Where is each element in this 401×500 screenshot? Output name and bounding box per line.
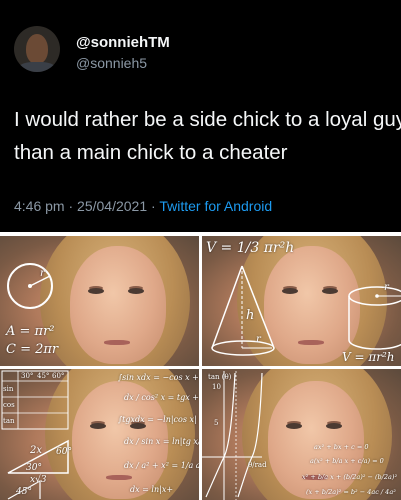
display-name[interactable]: @sonniehTM — [76, 34, 170, 51]
integral-formula: dx = ln|x+ — [130, 485, 174, 494]
avatar-shirt — [18, 62, 56, 72]
quadratic-equation: a(x² + b/a x + c/a) = 0 — [310, 457, 384, 465]
meme-panel-1: r A = πr² C = 2πr — [0, 236, 199, 366]
triangle-label: 30° — [26, 463, 42, 473]
avatar-face — [26, 34, 48, 64]
triangle-label: 45° — [16, 487, 32, 497]
cylinder-formula: V = πr²h — [342, 350, 395, 364]
graph-label: tan (θ) — [208, 373, 232, 381]
trig-header: 45° — [37, 372, 50, 380]
triangle-label: 2x — [30, 445, 43, 456]
quadratic-equation: (x + b/2a)² = b² − 4ac / 4a² — [306, 488, 396, 496]
area-formula: A = πr² — [6, 324, 55, 339]
tweet-meta: 4:46 pm · 25/04/2021 · Twitter for Andro… — [14, 198, 272, 214]
meme-panel-3: 30° 45° 60° sin cos tan 2x 60° 30° x√3 4… — [0, 369, 199, 500]
circle-radius-label: r — [40, 268, 45, 279]
trig-row-label: tan — [3, 417, 15, 425]
circumference-formula: C = 2πr — [6, 342, 59, 357]
triangle-label: 60° — [56, 447, 72, 457]
quadratic-equation: x² + b/a x + (b/2a)² − (b/2a)² — [302, 473, 398, 481]
triangle-label: x√3 — [30, 475, 47, 485]
cone-height-label: h — [246, 308, 255, 323]
trig-header: 60° — [52, 372, 65, 380]
graph-label: 10 — [212, 383, 221, 391]
meta-separator: · — [68, 198, 74, 214]
cone-formula: V = 1/3 πr²h — [206, 240, 295, 256]
graph-label: 5 — [214, 419, 219, 427]
meme-panel-2: V = 1/3 πr²h h r r V = πr²h — [202, 236, 401, 366]
meta-separator: · — [151, 198, 156, 214]
quadratic-equation: ax² + bx + c = 0 — [314, 443, 369, 451]
handle[interactable]: @sonnieh5 — [76, 55, 147, 71]
integral-formula: ∫tgxdx = −ln|cos x| + — [118, 415, 199, 424]
tweet-time: 4:46 pm — [14, 198, 65, 214]
trig-row-label: sin — [3, 385, 14, 393]
trig-header: 30° — [21, 372, 34, 380]
tweet-card: @sonniehTM @sonnieh5 I would rather be a… — [0, 0, 401, 232]
tweet-date[interactable]: 25/04/2021 — [77, 198, 147, 214]
integral-formula: dx / a² + x² = 1/a arctg — [124, 461, 199, 470]
tweet-text: I would rather be a side chick to a loya… — [14, 108, 401, 164]
cylinder-radius-label: r — [384, 282, 389, 293]
trig-row-label: cos — [3, 401, 15, 409]
math-lady-meme: r A = πr² C = 2πr V = 1/3 πr²h h r r V =… — [0, 236, 401, 500]
tweet-source-link[interactable]: Twitter for Android — [159, 198, 272, 214]
integral-formula: ∫sin xdx = −cos x + C — [118, 373, 199, 382]
meme-panel-4: tan (θ) 10 5 θ/rad ax² + bx + c = 0 a(x²… — [202, 369, 401, 500]
graph-label: θ/rad — [248, 461, 267, 469]
avatar[interactable] — [14, 26, 60, 72]
cone-radius-label: r — [256, 334, 261, 345]
integral-formula: dx / sin x = ln|tg x/2| + C — [124, 437, 199, 446]
integral-formula: dx / cos² x = tgx + C — [124, 393, 199, 402]
